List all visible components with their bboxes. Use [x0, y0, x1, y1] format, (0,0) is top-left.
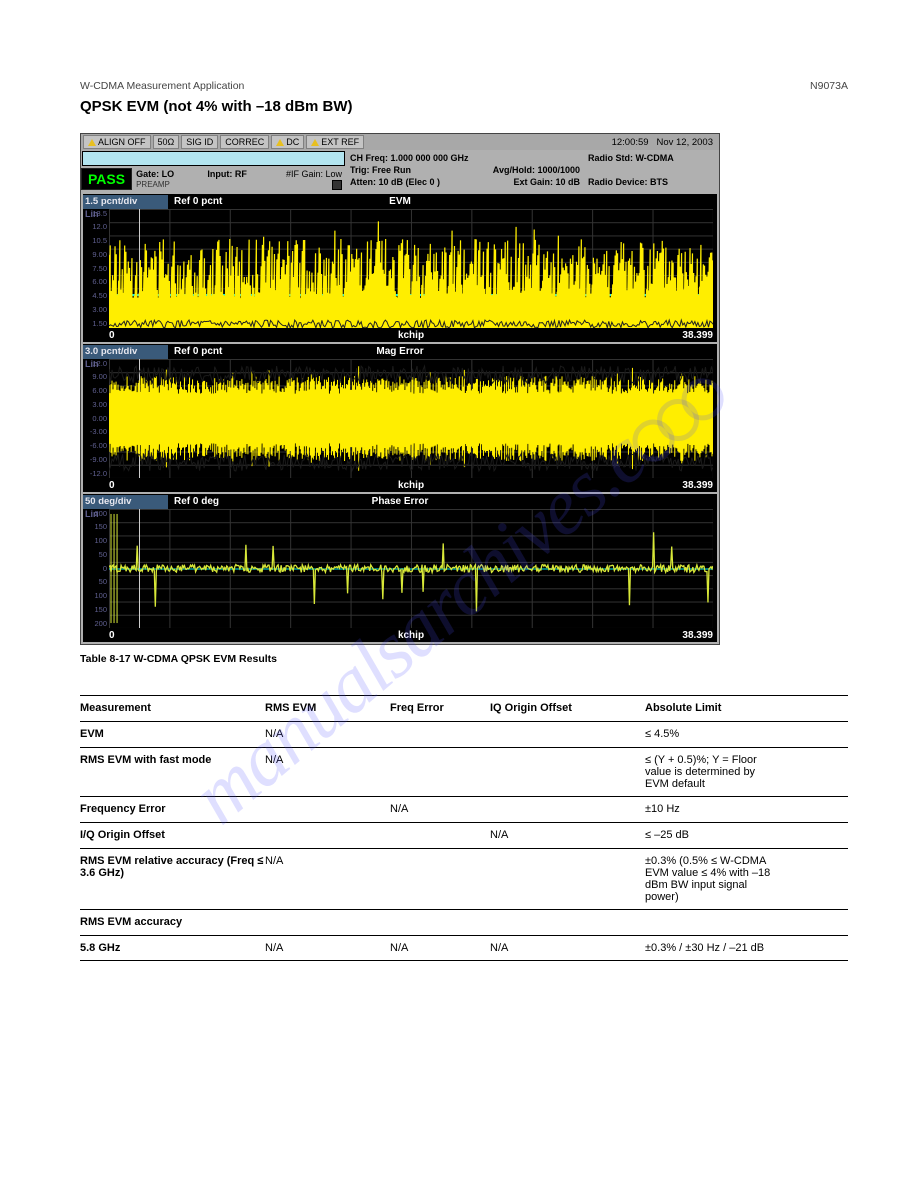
- plot-scale: 50 deg/div: [83, 495, 168, 509]
- section-title: QPSK EVM (not 4% with –18 dBm BW): [80, 98, 848, 115]
- waveform: [109, 209, 713, 328]
- cell-limit: ≤ –25 dB: [645, 829, 780, 841]
- y-axis-labels: 12.09.006.003.000.00-3.00-6.00-9.00-12.0: [83, 359, 109, 478]
- cell-iq: N/A: [490, 942, 645, 954]
- cell-name: I/Q Origin Offset: [80, 829, 265, 841]
- plot-name: Mag Error: [376, 346, 423, 357]
- plot-name: Phase Error: [372, 496, 429, 507]
- cell-iq: N/A: [490, 829, 645, 841]
- x-unit: kchip: [398, 630, 424, 641]
- th-measurement: Measurement: [80, 702, 265, 714]
- cell-rms: N/A: [265, 754, 390, 766]
- results-table: Measurement RMS EVM Freq Error IQ Origin…: [80, 695, 848, 961]
- page-header-left: W-CDMA Measurement Application: [80, 80, 244, 92]
- status-ohm: 50Ω: [153, 135, 180, 149]
- table-row: RMS EVM accuracy: [80, 909, 848, 935]
- cell-name: Frequency Error: [80, 803, 265, 815]
- search-field[interactable]: [82, 151, 345, 166]
- ifgain-setting: #IF Gain: Low: [275, 167, 346, 192]
- table-header-row: Measurement RMS EVM Freq Error IQ Origin…: [80, 695, 848, 721]
- plot-area: [109, 359, 713, 478]
- table-row: 5.8 GHzN/AN/AN/A±0.3% / ±30 Hz / –21 dB: [80, 935, 848, 961]
- th-iq: IQ Origin Offset: [490, 702, 645, 714]
- pass-badge: PASS: [81, 168, 132, 190]
- x-axis-row: 0 kchip 38.399: [109, 630, 713, 641]
- warn-icon: [311, 139, 319, 146]
- cell-freq: N/A: [390, 803, 490, 815]
- x-end: 38.399: [682, 330, 713, 341]
- cell-rms: N/A: [265, 855, 390, 867]
- y-axis-labels: 13.512.010.59.007.506.004.503.001.50: [83, 209, 109, 328]
- table-row: EVMN/A ≤ 4.5%: [80, 721, 848, 747]
- x-start: 0: [109, 480, 115, 491]
- x-axis-row: 0 kchip 38.399: [109, 480, 713, 491]
- page-header: W-CDMA Measurement Application N9073A: [80, 80, 848, 92]
- x-end: 38.399: [682, 480, 713, 491]
- plot-ref: Ref 0 deg: [168, 496, 219, 507]
- table-row: RMS EVM with fast modeN/A ≤ (Y + 0.5)%; Y…: [80, 747, 848, 796]
- plot-scale: 3.0 pcnt/div: [83, 345, 168, 359]
- x-start: 0: [109, 330, 115, 341]
- cell-freq: N/A: [390, 942, 490, 954]
- x-start: 0: [109, 630, 115, 641]
- table-row: I/Q Origin Offset N/A≤ –25 dB: [80, 822, 848, 848]
- plot-area: [109, 209, 713, 328]
- status-extref: EXT REF: [306, 135, 364, 149]
- plot-evm: 1.5 pcnt/divRef 0 pcntEVMLin13.512.010.5…: [83, 194, 717, 342]
- cell-limit: ≤ (Y + 0.5)%; Y = Floor value is determi…: [645, 754, 780, 790]
- x-unit: kchip: [398, 480, 424, 491]
- warn-icon: [276, 139, 284, 146]
- status-align: ALIGN OFF: [83, 135, 151, 149]
- plot-scale: 1.5 pcnt/div: [83, 195, 168, 209]
- plot-phase-error: 50 deg/divRef 0 degPhase ErrorLin2001501…: [83, 494, 717, 642]
- plot-ref: Ref 0 pcnt: [168, 346, 222, 357]
- input-setting: Input: RF: [203, 167, 274, 191]
- gate-setting: Gate: LO PREAMP: [132, 167, 203, 191]
- x-unit: kchip: [398, 330, 424, 341]
- waveform: [109, 359, 713, 478]
- cell-limit: ±10 Hz: [645, 803, 780, 815]
- cell-name: 5.8 GHz: [80, 942, 265, 954]
- cell-name: RMS EVM with fast mode: [80, 754, 265, 766]
- th-freq: Freq Error: [390, 702, 490, 714]
- table-row: Frequency Error N/A ±10 Hz: [80, 796, 848, 822]
- timestamp: 12:00:59 Nov 12, 2003: [612, 137, 717, 148]
- table-caption: Table 8-17 W-CDMA QPSK EVM Results: [80, 653, 848, 665]
- cell-limit: ±0.3% (0.5% ≤ W-CDMA EVM value ≤ 4% with…: [645, 855, 780, 903]
- page-header-right: N9073A: [810, 80, 848, 92]
- info-bar: PASS Gate: LO PREAMP Input: RF #IF Gain:…: [81, 150, 719, 192]
- cell-name: RMS EVM relative accuracy (Freq ≤ 3.6 GH…: [80, 855, 265, 879]
- cell-limit: ≤ 4.5%: [645, 728, 780, 740]
- warn-icon: [88, 139, 96, 146]
- plot-name: EVM: [389, 196, 411, 207]
- status-correc: CORREC: [220, 135, 269, 149]
- x-axis-row: 0 kchip 38.399: [109, 330, 713, 341]
- right-settings: Radio Std: W-CDMA Radio Device: BTS: [584, 150, 719, 192]
- plot-area: [109, 509, 713, 628]
- cell-rms: N/A: [265, 942, 390, 954]
- th-limit: Absolute Limit: [645, 702, 780, 714]
- cell-limit: ±0.3% / ±30 Hz / –21 dB: [645, 942, 780, 954]
- status-bar: ALIGN OFF 50Ω SIG ID CORREC DC EXT REF 1…: [81, 134, 719, 150]
- center-settings: CH Freq: 1.000 000 000 GHz Trig: Free Ru…: [346, 150, 584, 192]
- th-rms: RMS EVM: [265, 702, 390, 714]
- waveform: [109, 509, 713, 628]
- status-sigid: SIG ID: [181, 135, 218, 149]
- analyzer-window: ALIGN OFF 50Ω SIG ID CORREC DC EXT REF 1…: [80, 133, 720, 645]
- plot-mag-error: 3.0 pcnt/divRef 0 pcntMag ErrorLin12.09.…: [83, 344, 717, 492]
- cell-name: EVM: [80, 728, 265, 740]
- ifgain-indicator: [332, 180, 342, 190]
- cell-rms: N/A: [265, 728, 390, 740]
- plot-ref: Ref 0 pcnt: [168, 196, 222, 207]
- status-dc: DC: [271, 135, 304, 149]
- cell-name: RMS EVM accuracy: [80, 916, 265, 928]
- x-end: 38.399: [682, 630, 713, 641]
- y-axis-labels: 20015010050050100150200: [83, 509, 109, 628]
- table-row: RMS EVM relative accuracy (Freq ≤ 3.6 GH…: [80, 848, 848, 909]
